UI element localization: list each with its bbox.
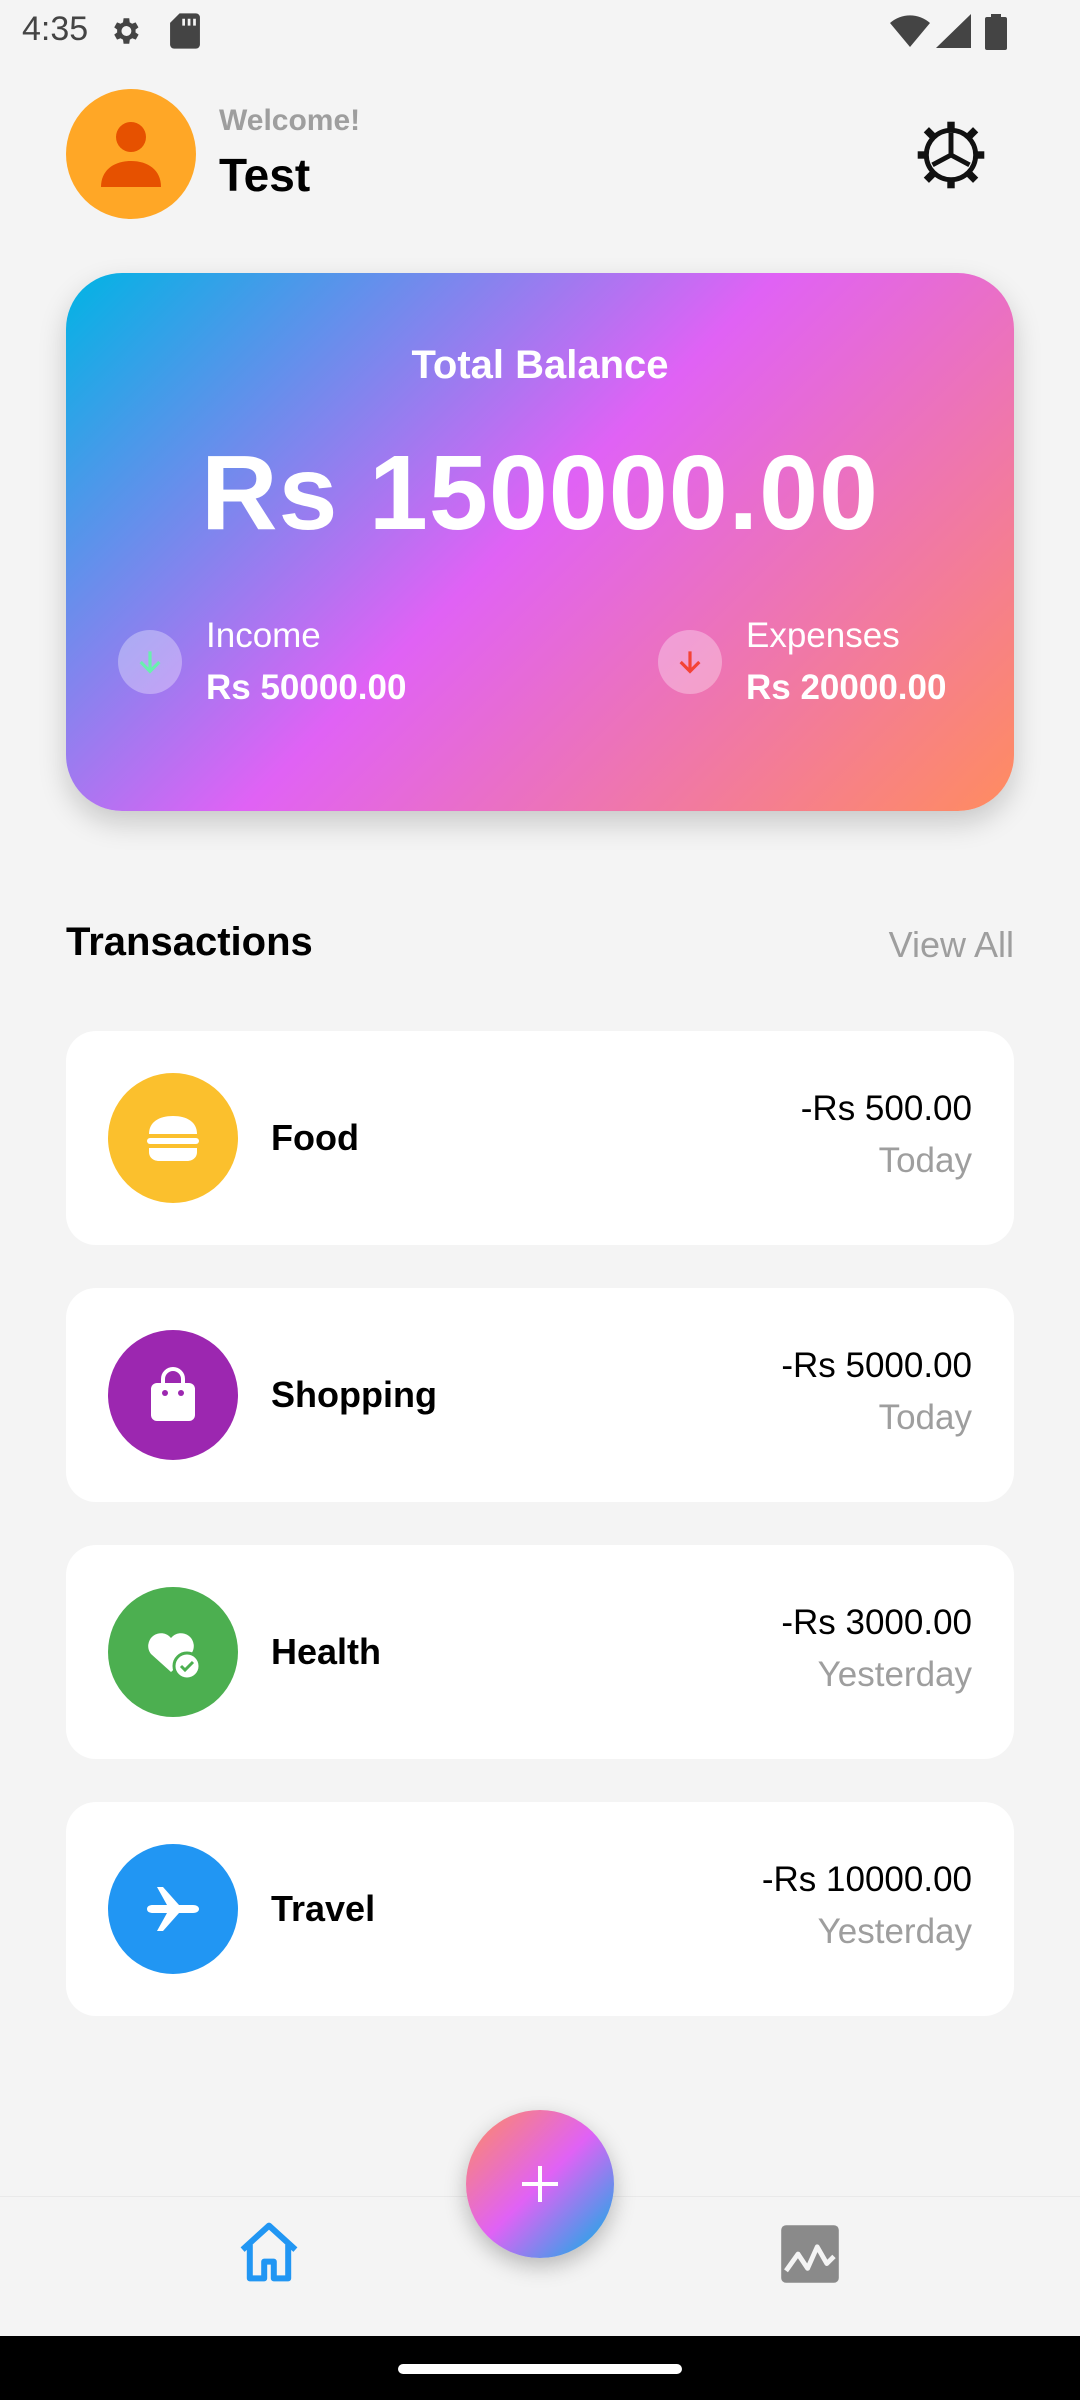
- person-icon: [101, 122, 161, 187]
- avatar[interactable]: [66, 89, 196, 219]
- income-value: Rs 50000.00: [206, 668, 407, 707]
- settings-status-icon: [114, 18, 139, 44]
- expenses-arrow-icon: [658, 630, 722, 694]
- transaction-date: Today: [878, 1398, 972, 1437]
- transaction-name: Travel: [271, 1888, 376, 1929]
- transactions-heading: Transactions: [66, 920, 313, 964]
- transaction-amount: -Rs 3000.00: [781, 1603, 972, 1642]
- status-bar: 4:35: [0, 0, 1080, 62]
- transaction-amount: -Rs 500.00: [800, 1089, 972, 1128]
- welcome-text: Welcome!: [219, 104, 361, 137]
- cell-signal-icon: [936, 14, 971, 48]
- home-icon[interactable]: [233, 2216, 305, 2288]
- balance-card: Total Balance Rs 150000.00 Income Rs 500…: [66, 273, 1014, 811]
- plus-icon: [522, 2166, 558, 2202]
- transaction-amount: -Rs 10000.00: [761, 1860, 972, 1899]
- home-indicator[interactable]: [398, 2364, 682, 2374]
- heart-check-icon: [108, 1587, 238, 1717]
- income-label: Income: [206, 616, 321, 655]
- settings-gear-icon[interactable]: [914, 118, 988, 192]
- transaction-card-travel[interactable]: Travel -Rs 10000.00 Yesterday: [66, 1802, 1014, 2016]
- balance-title: Total Balance: [411, 343, 669, 387]
- transaction-date: Today: [878, 1141, 972, 1180]
- transaction-amount: -Rs 5000.00: [781, 1346, 972, 1385]
- burger-icon: [108, 1073, 238, 1203]
- airplane-icon: [108, 1844, 238, 1974]
- wifi-icon: [890, 15, 930, 47]
- transaction-name: Food: [271, 1117, 359, 1158]
- income-arrow-icon: [118, 630, 182, 694]
- transaction-date: Yesterday: [817, 1912, 972, 1951]
- battery-icon: [985, 14, 1007, 50]
- transaction-name: Shopping: [271, 1374, 437, 1415]
- expenses-label: Expenses: [746, 616, 900, 655]
- stats-chart-icon[interactable]: [774, 2218, 846, 2290]
- transaction-name: Health: [271, 1631, 382, 1672]
- transaction-card-shopping[interactable]: Shopping -Rs 5000.00 Today: [66, 1288, 1014, 1502]
- transaction-date: Yesterday: [817, 1655, 972, 1694]
- username: Test: [219, 149, 311, 201]
- shopping-bag-icon: [108, 1330, 238, 1460]
- expenses-value: Rs 20000.00: [746, 668, 947, 707]
- view-all-link[interactable]: View All: [870, 924, 1014, 966]
- status-time: 4:35: [22, 10, 89, 48]
- sd-card-icon: [170, 13, 200, 49]
- balance-amount: Rs 150000.00: [200, 434, 880, 552]
- transaction-card-food[interactable]: Food -Rs 500.00 Today: [66, 1031, 1014, 1245]
- add-transaction-button[interactable]: [466, 2110, 614, 2258]
- transaction-card-health[interactable]: Health -Rs 3000.00 Yesterday: [66, 1545, 1014, 1759]
